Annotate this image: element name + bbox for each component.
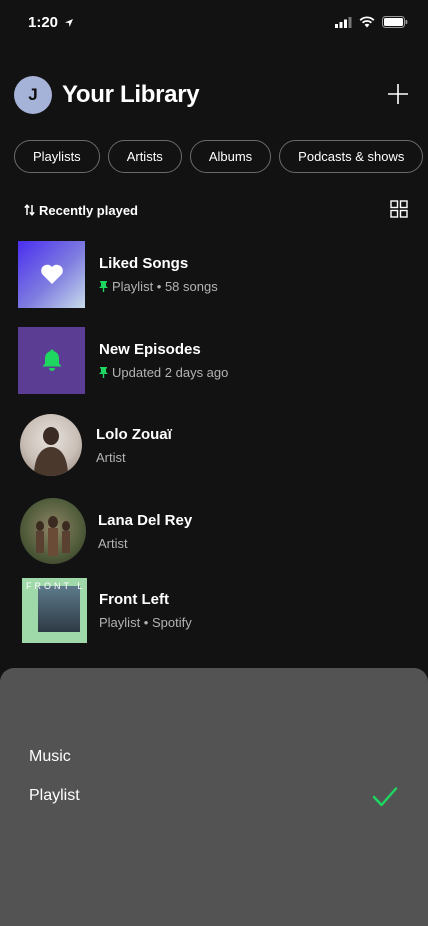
list-item-lolo-zouai[interactable]: Lolo Zouaï Artist xyxy=(18,411,410,479)
library-header: J Your Library xyxy=(14,74,414,116)
heart-icon xyxy=(40,264,63,284)
artist-photo xyxy=(20,498,86,564)
sort-row: Recently played xyxy=(24,200,408,220)
item-subtitle: Playlist • 58 songs xyxy=(112,278,218,294)
filter-chip-playlists[interactable]: Playlists xyxy=(14,140,100,173)
pin-icon xyxy=(99,366,108,378)
filter-chip-albums[interactable]: Albums xyxy=(189,140,272,173)
new-episodes-cover xyxy=(18,326,85,394)
artist-group-icon xyxy=(36,516,70,556)
artist-photo xyxy=(20,414,82,476)
item-subtitle: Artist xyxy=(98,535,128,551)
filter-chip-podcasts[interactable]: Podcasts & shows xyxy=(279,140,424,173)
liked-songs-cover xyxy=(18,240,85,308)
item-title: Lolo Zouaï xyxy=(96,425,172,443)
item-title: Front Left xyxy=(99,590,169,608)
list-item-liked-songs[interactable]: Liked Songs Playlist • 58 songs xyxy=(18,240,410,308)
filter-chips: Playlists Artists Albums Podcasts & show… xyxy=(14,140,424,173)
clock-text: 1:20 xyxy=(28,14,59,31)
filter-bottom-sheet: Music Playlist xyxy=(0,668,428,926)
add-icon[interactable] xyxy=(386,82,410,106)
page-title: Your Library xyxy=(62,81,200,108)
item-title: New Episodes xyxy=(99,340,201,358)
bell-icon xyxy=(42,349,61,371)
item-subtitle: Artist xyxy=(96,449,126,465)
item-title: Lana Del Rey xyxy=(98,511,193,529)
battery-icon xyxy=(382,16,408,28)
front-left-cover: FRONT LEFT xyxy=(22,577,87,643)
status-time: 1:20 xyxy=(28,14,74,31)
location-arrow-icon xyxy=(65,18,74,27)
cellular-signal-icon xyxy=(335,16,352,28)
checkmark-icon xyxy=(372,787,398,807)
item-subtitle: Updated 2 days ago xyxy=(112,364,229,380)
wifi-icon xyxy=(359,16,375,28)
cover-photo xyxy=(38,585,80,632)
sort-arrows-icon[interactable] xyxy=(24,204,35,216)
cover-text: FRONT LEFT xyxy=(26,580,83,591)
list-item-front-left[interactable]: FRONT LEFT Front Left Playlist • Spotify xyxy=(18,576,410,644)
sort-label[interactable]: Recently played xyxy=(39,203,138,218)
avatar[interactable]: J xyxy=(14,76,52,114)
artist-silhouette-icon xyxy=(34,427,68,476)
filter-chip-artists[interactable]: Artists xyxy=(107,140,182,173)
sheet-option-playlist[interactable]: Playlist xyxy=(29,787,80,805)
sheet-option-music[interactable]: Music xyxy=(29,748,71,766)
status-bar: 1:20 xyxy=(0,0,428,46)
grid-view-icon[interactable] xyxy=(390,200,408,218)
item-subtitle: Playlist • Spotify xyxy=(99,614,192,630)
list-item-lana-del-rey[interactable]: Lana Del Rey Artist xyxy=(18,497,410,565)
pin-icon xyxy=(99,280,108,292)
item-title: Liked Songs xyxy=(99,254,189,272)
list-item-new-episodes[interactable]: New Episodes Updated 2 days ago xyxy=(18,326,410,394)
